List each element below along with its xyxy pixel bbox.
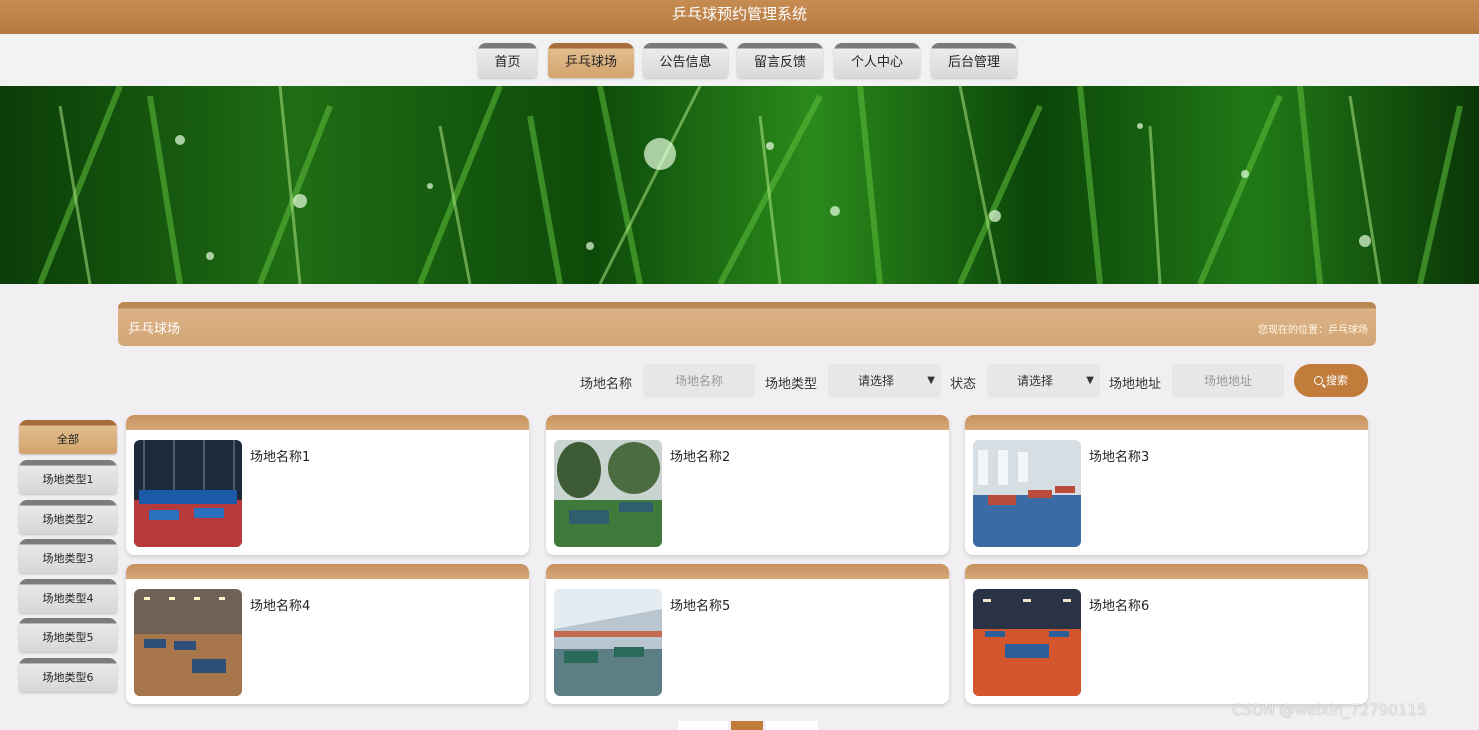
type-filter-label: 场地类型 — [765, 377, 818, 392]
venue-name[interactable]: 场地名称2 — [670, 446, 730, 465]
venue-thumbnail[interactable] — [554, 440, 662, 547]
category-all[interactable]: 全部 — [19, 420, 117, 454]
venue-thumbnail[interactable] — [973, 589, 1081, 696]
venue-name[interactable]: 场地名称5 — [670, 595, 730, 614]
card-header-strip — [126, 415, 529, 430]
category-type-5[interactable]: 场地类型5 — [19, 618, 117, 652]
card-header-strip — [965, 564, 1368, 579]
nav-item-tables[interactable]: 乒乓球场 — [548, 43, 634, 78]
chevron-down-icon: ▼ — [1086, 375, 1094, 386]
category-type-2[interactable]: 场地类型2 — [19, 500, 117, 534]
venue-name[interactable]: 场地名称6 — [1089, 595, 1149, 614]
search-icon — [1314, 376, 1323, 385]
site-title: 乒乓球预约管理系统 — [0, 0, 1479, 34]
venue-thumbnail[interactable] — [134, 440, 242, 547]
breadcrumb: 您现在的位置：乒乓球场 — [1258, 325, 1368, 336]
nav-item-profile[interactable]: 个人中心 — [834, 43, 920, 78]
watermark: CSDN @weixin_72790115 — [1232, 701, 1427, 719]
venue-thumbnail[interactable] — [134, 589, 242, 696]
card-header-strip — [126, 564, 529, 579]
venue-card[interactable]: 场地名称3 — [965, 415, 1368, 555]
category-type-1[interactable]: 场地类型1 — [19, 460, 117, 494]
name-filter-label: 场地名称 — [580, 377, 633, 392]
status-filter-label: 状态 — [950, 377, 977, 392]
venue-card[interactable]: 场地名称4 — [126, 564, 529, 704]
address-search-input[interactable]: 场地地址 — [1172, 364, 1284, 398]
type-select-value: 请选择 — [858, 374, 895, 388]
venue-thumbnail[interactable] — [973, 440, 1081, 547]
venue-thumbnail[interactable] — [554, 589, 662, 696]
category-type-4[interactable]: 场地类型4 — [19, 579, 117, 613]
venue-card[interactable]: 场地名称6 — [965, 564, 1368, 704]
venue-name[interactable]: 场地名称1 — [250, 446, 310, 465]
banner-image — [0, 86, 1479, 284]
nav-item-home[interactable]: 首页 — [478, 43, 537, 78]
venue-card[interactable]: 场地名称1 — [126, 415, 529, 555]
category-type-3[interactable]: 场地类型3 — [19, 539, 117, 573]
card-header-strip — [965, 415, 1368, 430]
section-title: 乒乓球场 — [128, 322, 181, 337]
nav-item-admin[interactable]: 后台管理 — [931, 43, 1017, 78]
chevron-down-icon: ▼ — [927, 375, 935, 386]
status-select-value: 请选择 — [1017, 374, 1054, 388]
venue-card[interactable]: 场地名称5 — [546, 564, 949, 704]
status-select[interactable]: 请选择 ▼ — [987, 364, 1100, 398]
pager-next[interactable] — [766, 721, 818, 730]
address-filter-label: 场地地址 — [1109, 377, 1162, 392]
section-header: 乒乓球场 您现在的位置：乒乓球场 — [118, 302, 1376, 346]
pager-prev[interactable] — [678, 721, 728, 730]
card-header-strip — [546, 415, 949, 430]
venue-card[interactable]: 场地名称2 — [546, 415, 949, 555]
main-nav: 首页 乒乓球场 公告信息 留言反馈 个人中心 后台管理 — [0, 34, 1479, 86]
name-search-input[interactable]: 场地名称 — [643, 364, 755, 398]
venue-name[interactable]: 场地名称3 — [1089, 446, 1149, 465]
type-select[interactable]: 请选择 ▼ — [828, 364, 941, 398]
pager-current-page[interactable] — [731, 721, 763, 730]
nav-item-feedback[interactable]: 留言反馈 — [737, 43, 823, 78]
card-header-strip — [546, 564, 949, 579]
search-button[interactable]: 搜索 — [1294, 364, 1368, 397]
nav-item-notices[interactable]: 公告信息 — [643, 43, 728, 78]
venue-name[interactable]: 场地名称4 — [250, 595, 310, 614]
search-button-label: 搜索 — [1326, 374, 1348, 387]
category-type-6[interactable]: 场地类型6 — [19, 658, 117, 692]
